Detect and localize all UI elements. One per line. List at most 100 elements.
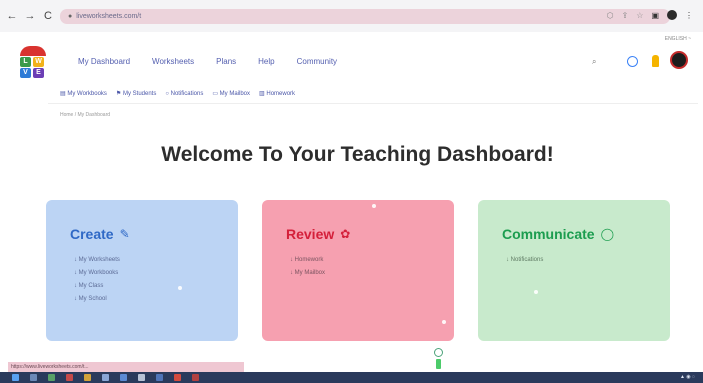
subnav-label: My Workbooks — [67, 91, 107, 97]
subnav-label: Homework — [266, 91, 296, 97]
workbook-icon: ▤ — [60, 91, 66, 97]
communicate-title-text: Communicate — [502, 226, 595, 242]
scroll-to-top-button[interactable] — [432, 348, 444, 372]
app-taskbar-icon[interactable] — [48, 374, 55, 381]
scroll-ring-icon — [434, 348, 443, 357]
link-notifications[interactable]: ↓ Notifications — [506, 254, 543, 267]
avatar[interactable] — [670, 51, 688, 69]
menu-dots-icon[interactable]: ⋮ — [685, 11, 693, 20]
browser-actions: ⬡ ⇪ ☆ ▣ ⋮ — [607, 10, 693, 20]
sparkle-decoration — [442, 320, 446, 324]
language-selector[interactable]: ENGLISH ~ — [665, 36, 691, 42]
logo-block-purple: E — [33, 68, 44, 78]
app-taskbar-icon[interactable] — [120, 374, 127, 381]
communicate-card[interactable]: Communicate ◯ ↓ Notifications — [478, 200, 670, 341]
link-my-workbooks[interactable]: ↓ My Workbooks — [74, 267, 120, 280]
taskbar-tray-icon[interactable]: ▲ ◉ ◌ — [680, 374, 695, 380]
link-label: Homework — [294, 257, 324, 263]
address-bar[interactable]: ● liveworksheets.com/t — [60, 9, 670, 24]
app-taskbar-icon[interactable] — [192, 374, 199, 381]
subnav-label: Notifications — [170, 90, 204, 97]
create-title-text: Create — [70, 226, 114, 242]
logo-roof — [20, 46, 46, 56]
app-taskbar-icon[interactable] — [66, 374, 73, 381]
students-icon: ⚑ — [115, 91, 122, 97]
browser-profile-icon[interactable] — [667, 10, 677, 20]
review-title-text: Review — [286, 226, 335, 242]
subnav-my-mailbox[interactable]: ▭ My Mailbox — [212, 90, 250, 97]
logo-block-green: L — [20, 57, 31, 67]
nav-my-dashboard[interactable]: My Dashboard — [78, 57, 130, 66]
link-label: My Class — [78, 283, 104, 289]
extension-icon[interactable]: ⬡ — [607, 11, 614, 20]
bell-icon[interactable] — [652, 55, 659, 67]
scroll-stem-icon — [436, 359, 441, 369]
site-logo[interactable]: L W V E — [18, 46, 48, 78]
subnav-my-students[interactable]: ⚑ My Students — [116, 90, 156, 97]
page-title: Welcome To Your Teaching Dashboard! — [161, 143, 554, 166]
communicate-card-title[interactable]: Communicate ◯ — [502, 226, 614, 242]
link-label: My Mailbox — [294, 270, 326, 276]
app-taskbar-icon[interactable] — [174, 374, 181, 381]
lock-icon: ● — [68, 13, 73, 20]
header-divider — [48, 103, 698, 104]
start-icon[interactable] — [12, 374, 19, 381]
reload-icon[interactable]: C — [42, 10, 54, 22]
subnav-notifications[interactable]: ○ Notifications — [165, 91, 203, 97]
subnav-my-workbooks[interactable]: ▤ My Workbooks — [60, 90, 107, 97]
app-taskbar-icon[interactable] — [138, 374, 145, 381]
nav-worksheets[interactable]: Worksheets — [152, 57, 194, 66]
nav-plans[interactable]: Plans — [216, 57, 236, 66]
status-bar-url: https://www.liveworksheets.com/t... — [8, 362, 244, 372]
notification-icon: ○ — [165, 90, 169, 97]
share-icon[interactable]: ⇪ — [622, 11, 629, 20]
browser-toolbar: ← → C ● liveworksheets.com/t ⬡ ⇪ ☆ ▣ ⋮ — [0, 0, 703, 32]
search-taskbar-icon[interactable] — [30, 374, 37, 381]
link-label: My Worksheets — [78, 257, 120, 263]
sidebar-icon[interactable]: ▣ — [651, 11, 659, 20]
sparkle-decoration — [178, 286, 182, 290]
link-my-mailbox[interactable]: ↓ My Mailbox — [290, 267, 325, 280]
app-taskbar-icon[interactable] — [156, 374, 163, 381]
speech-bubble-icon: ◯ — [600, 227, 615, 241]
forward-icon[interactable]: → — [24, 10, 36, 22]
nav-help[interactable]: Help — [258, 57, 274, 66]
link-homework[interactable]: ↓ Homework — [290, 254, 325, 267]
link-my-school[interactable]: ↓ My School — [74, 293, 120, 306]
review-flower-icon: ✿ — [340, 227, 351, 241]
breadcrumb[interactable]: Home / My Dashboard — [60, 112, 110, 118]
search-icon[interactable]: ⌕ — [592, 57, 596, 67]
sparkle-decoration — [372, 204, 376, 208]
nav-community[interactable]: Community — [297, 57, 337, 66]
create-links: ↓ My Worksheets ↓ My Workbooks ↓ My Clas… — [74, 254, 120, 306]
review-card-title[interactable]: Review ✿ — [286, 226, 350, 242]
subnav-homework[interactable]: ▥ Homework — [259, 90, 295, 97]
url-text: liveworksheets.com/t — [76, 13, 142, 20]
link-label: My Workbooks — [78, 270, 119, 276]
app-taskbar-icon[interactable] — [84, 374, 91, 381]
review-card[interactable]: Review ✿ ↓ Homework ↓ My Mailbox — [262, 200, 454, 341]
bookmark-star-icon[interactable]: ☆ — [636, 11, 643, 20]
link-my-worksheets[interactable]: ↓ My Worksheets — [74, 254, 120, 267]
create-card[interactable]: Create ✎ ↓ My Worksheets ↓ My Workbooks … — [46, 200, 238, 341]
create-card-title[interactable]: Create ✎ — [70, 226, 130, 242]
pencil-icon: ✎ — [119, 227, 130, 241]
mailbox-icon: ▭ — [212, 91, 218, 97]
app-taskbar-icon[interactable] — [102, 374, 109, 381]
page: ← → C ● liveworksheets.com/t ⬡ ⇪ ☆ ▣ ⋮ E… — [0, 0, 703, 383]
subnav-label: My Mailbox — [219, 91, 251, 97]
logo-block-yellow: W — [33, 57, 44, 67]
sub-nav: ▤ My Workbooks ⚑ My Students ○ Notificat… — [60, 90, 304, 98]
link-my-class[interactable]: ↓ My Class — [74, 280, 120, 293]
sparkle-decoration — [534, 290, 538, 294]
link-label: My School — [78, 296, 107, 302]
link-label: Notifications — [510, 257, 544, 263]
main-nav: My Dashboard Worksheets Plans Help Commu… — [78, 57, 337, 66]
os-taskbar: ▲ ◉ ◌ — [0, 372, 703, 383]
user-circle-icon[interactable] — [627, 56, 638, 67]
homework-icon: ▥ — [259, 91, 265, 97]
back-icon[interactable]: ← — [6, 10, 18, 22]
communicate-links: ↓ Notifications — [506, 254, 543, 267]
review-links: ↓ Homework ↓ My Mailbox — [290, 254, 325, 280]
header-actions: ⌕ — [592, 51, 692, 72]
